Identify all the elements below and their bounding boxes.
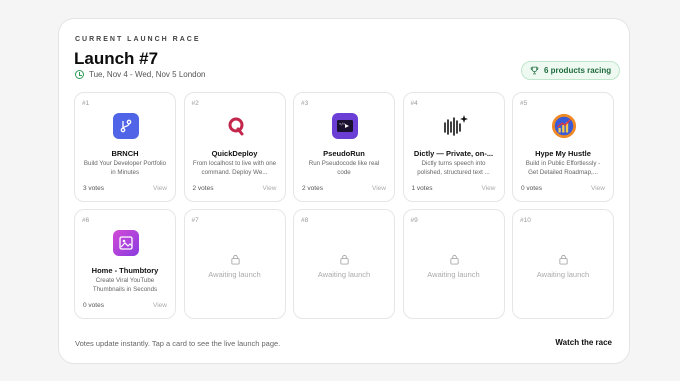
awaiting-label: Awaiting launch	[427, 270, 480, 279]
card-rank: #6	[82, 217, 90, 224]
card-rank: #4	[410, 100, 418, 107]
empty-slot-9: #9 Awaiting launch	[402, 209, 505, 319]
launch-race-panel: CURRENT LAUNCH RACE Launch #7 Tue, Nov 4…	[58, 18, 630, 364]
product-card-dictly[interactable]: #4 Dictly — Private, on-... Dictly turns…	[402, 92, 505, 202]
footer-note: Votes update instantly. Tap a card to se…	[75, 339, 281, 348]
card-description: Run Pseudocode like real code	[308, 160, 380, 176]
card-description: Dictly turns speech into polished, struc…	[417, 160, 490, 176]
card-rank: #8	[301, 217, 309, 224]
product-card-brnch[interactable]: #1 BRNCH Build Your Developer Portfolio …	[74, 92, 176, 202]
growth-chart-logo-icon	[551, 113, 577, 139]
view-link[interactable]: View	[482, 185, 496, 192]
image-logo-icon	[113, 230, 139, 256]
lock-icon	[559, 254, 568, 265]
svg-text:</>: </>	[339, 122, 345, 126]
card-rank: #10	[520, 217, 531, 224]
card-description: From localhost to live with one command.…	[192, 160, 277, 176]
card-votes: 2 votes	[192, 185, 214, 192]
clock-icon	[75, 70, 84, 79]
empty-slot-8: #8 Awaiting launch	[293, 209, 395, 319]
card-votes: 1 votes	[411, 185, 433, 192]
lock-icon	[230, 254, 240, 265]
view-link[interactable]: View	[153, 185, 167, 192]
products-racing-badge: 6 products racing	[521, 61, 621, 80]
card-rank: #7	[191, 217, 199, 224]
card-name: Dictly — Private, on-...	[413, 149, 494, 158]
launch-dates: Tue, Nov 4 - Wed, Nov 5 London	[75, 70, 206, 79]
watch-the-race-link[interactable]: Watch the race	[555, 338, 612, 347]
q-logo-icon	[223, 113, 249, 139]
page-title: Launch #7	[74, 49, 159, 68]
eyebrow-label: CURRENT LAUNCH RACE	[75, 36, 201, 43]
card-rank: #1	[82, 100, 90, 107]
awaiting-label: Awaiting launch	[208, 270, 261, 279]
card-description: Create Viral YouTube Thumbnails in Secon…	[92, 277, 158, 293]
view-link[interactable]: View	[263, 185, 277, 192]
card-name: QuickDeploy	[211, 149, 258, 158]
card-name: PseudoRun	[323, 149, 365, 158]
card-name: BRNCH	[111, 149, 139, 158]
dates-text: Tue, Nov 4 - Wed, Nov 5 London	[89, 70, 206, 79]
card-description: Build Your Developer Portfolio in Minute…	[83, 160, 167, 176]
waveform-logo-icon	[442, 113, 468, 139]
card-name: Home - Thumbtory	[91, 266, 159, 275]
card-votes: 0 votes	[521, 185, 542, 192]
awaiting-label: Awaiting launch	[536, 270, 590, 279]
racing-badge-label: 6 products racing	[544, 66, 612, 75]
lock-icon	[340, 254, 349, 265]
view-link[interactable]: View	[372, 185, 386, 192]
product-card-thumbtory[interactable]: #6 Home - Thumbtory Create Viral YouTube…	[74, 209, 176, 319]
launch-grid: #1 BRNCH Build Your Developer Portfolio …	[74, 92, 614, 319]
branch-logo-icon	[113, 113, 139, 139]
empty-slot-7: #7 Awaiting launch	[183, 209, 286, 319]
card-votes: 3 votes	[83, 185, 104, 192]
pseudorun-logo-icon: </>	[332, 113, 358, 139]
card-rank: #3	[301, 100, 309, 107]
card-rank: #9	[410, 217, 418, 224]
view-link[interactable]: View	[591, 185, 605, 192]
card-votes: 0 votes	[83, 302, 104, 309]
empty-slot-10: #10 Awaiting launch	[512, 209, 614, 319]
product-card-quickdeploy[interactable]: #2 QuickDeploy From localhost to live wi…	[183, 92, 286, 202]
card-votes: 2 votes	[302, 185, 323, 192]
product-card-hype-my-hustle[interactable]: #5 Hype My Hustle Build in Public Effort…	[512, 92, 614, 202]
card-name: Hype My Hustle	[535, 149, 591, 158]
view-link[interactable]: View	[153, 302, 167, 309]
lock-icon	[449, 254, 459, 265]
product-card-pseudorun[interactable]: #3 </> PseudoRun Run Pseudocode like rea…	[293, 92, 395, 202]
card-description: Build in Public Effortlessly - Get Detai…	[525, 160, 601, 176]
card-rank: #2	[191, 100, 199, 107]
card-rank: #5	[520, 100, 528, 107]
awaiting-label: Awaiting launch	[317, 270, 371, 279]
trophy-icon	[530, 66, 539, 75]
